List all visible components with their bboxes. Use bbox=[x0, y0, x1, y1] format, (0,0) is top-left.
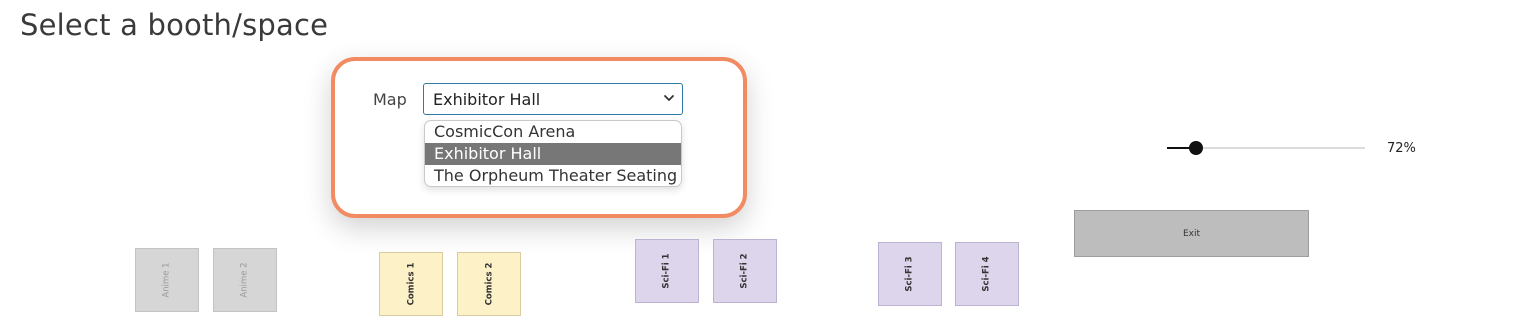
map-option-exhibitor-hall[interactable]: Exhibitor Hall bbox=[425, 143, 681, 165]
exit-label: Exit bbox=[1182, 228, 1201, 239]
chevron-down-icon bbox=[664, 95, 674, 101]
booth-scifi-4[interactable]: Sci-Fi 4 bbox=[955, 242, 1019, 306]
map-select-value: Exhibitor Hall bbox=[433, 89, 541, 109]
booth-scifi-1[interactable]: Sci-Fi 1 bbox=[635, 239, 699, 303]
map-option-orpheum-theater[interactable]: The Orpheum Theater Seating bbox=[425, 165, 681, 186]
booth-label: Sci-Fi 1 bbox=[661, 253, 672, 289]
booth-comics-1[interactable]: Comics 1 bbox=[379, 252, 443, 316]
booth-comics-2[interactable]: Comics 2 bbox=[457, 252, 521, 316]
booth-label: Sci-Fi 4 bbox=[981, 256, 992, 292]
booth-label: Sci-Fi 2 bbox=[739, 253, 750, 289]
map-option-cosmiccon-arena[interactable]: CosmicCon Arena bbox=[425, 121, 681, 143]
exit-area: Exit bbox=[1074, 210, 1309, 257]
zoom-slider-thumb[interactable] bbox=[1189, 141, 1204, 155]
booth-label: Comics 2 bbox=[483, 262, 494, 306]
zoom-value: 72% bbox=[1387, 141, 1416, 156]
map-dropdown-list: CosmicCon Arena Exhibitor Hall The Orphe… bbox=[424, 120, 682, 187]
booth-scifi-3[interactable]: Sci-Fi 3 bbox=[878, 242, 942, 306]
booth-label: Sci-Fi 3 bbox=[904, 256, 915, 292]
booth-label: Anime 1 bbox=[162, 262, 172, 298]
map-select[interactable]: Exhibitor Hall bbox=[423, 83, 683, 115]
map-label: Map bbox=[373, 90, 407, 109]
booth-label: Anime 2 bbox=[240, 262, 250, 298]
booth-label: Comics 1 bbox=[405, 262, 416, 306]
booth-anime-2[interactable]: Anime 2 bbox=[213, 248, 277, 312]
booth-scifi-2[interactable]: Sci-Fi 2 bbox=[713, 239, 777, 303]
booth-anime-1[interactable]: Anime 1 bbox=[135, 248, 199, 312]
page-title: Select a booth/space bbox=[20, 8, 329, 42]
